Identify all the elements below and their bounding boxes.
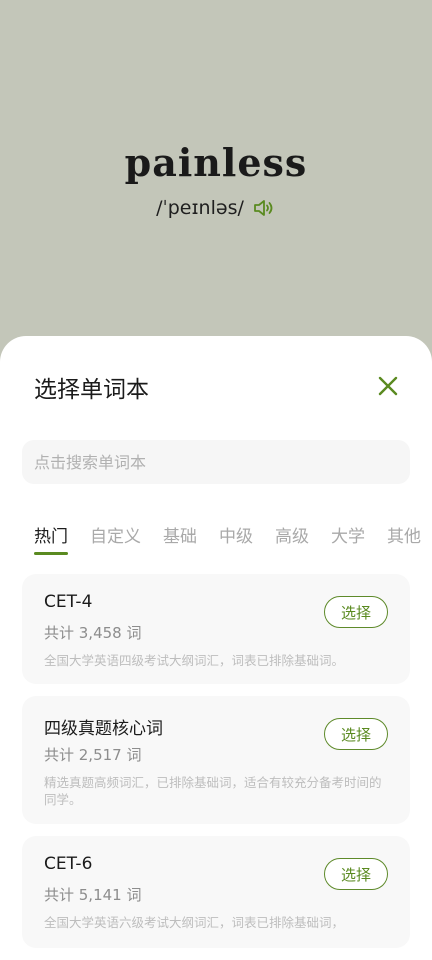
wordbook-sheet: 选择单词本 热门自定义基础中级高级大学其他 CET-4 共计 3,458 词 全… [0, 336, 432, 960]
category-tabs: 热门 自定义 基础 中级 高级 大学 其他 [34, 522, 432, 562]
word-text: painless [124, 140, 308, 185]
search-input[interactable] [22, 440, 410, 484]
tab-university[interactable]: 大学 [331, 522, 365, 555]
tab-advanced[interactable]: 高级 [275, 522, 309, 555]
wordbook-card[interactable]: 四级真题核心词 共计 2,517 词 精选真题高频词汇，已排除基础词，适合有较充… [22, 696, 410, 824]
wordbook-desc: 全国大学英语四级考试大纲词汇，词表已排除基础词。 [44, 653, 345, 668]
tab-hot[interactable]: 热门 [34, 522, 68, 555]
wordbook-card[interactable]: CET-6 共计 5,141 词 全国大学英语六级考试大纲词汇，词表已排除基础词… [22, 836, 410, 948]
select-button[interactable]: 选择 [324, 718, 388, 750]
tab-intermediate[interactable]: 中级 [219, 522, 253, 555]
tab-other[interactable]: 其他 [387, 522, 421, 555]
wordbook-count: 共计 2,517 词 [44, 746, 142, 764]
word-display: painless /ˈpeɪnləs/ [0, 0, 432, 340]
close-icon[interactable] [374, 372, 402, 400]
wordbook-desc: 全国大学英语六级考试大纲词汇，词表已排除基础词， [44, 915, 345, 930]
tab-custom[interactable]: 自定义 [90, 522, 141, 555]
select-button[interactable]: 选择 [324, 596, 388, 628]
wordbook-count: 共计 5,141 词 [44, 886, 142, 904]
tab-basic[interactable]: 基础 [163, 522, 197, 555]
wordbook-title: 四级真题核心词 [44, 719, 163, 739]
wordbook-title: CET-6 [44, 854, 93, 874]
speaker-icon[interactable] [252, 196, 276, 220]
phonetic-text: /ˈpeɪnləs/ [156, 197, 244, 219]
wordbook-title: CET-4 [44, 592, 93, 612]
select-button[interactable]: 选择 [324, 858, 388, 890]
phonetic-row: /ˈpeɪnləs/ [0, 196, 432, 220]
wordbook-count: 共计 3,458 词 [44, 624, 142, 642]
sheet-title: 选择单词本 [34, 377, 149, 403]
wordbook-desc: 精选真题高频词汇，已排除基础词，适合有较充分备考时间的同学。 [44, 775, 382, 807]
wordbook-card[interactable]: CET-4 共计 3,458 词 全国大学英语四级考试大纲词汇，词表已排除基础词… [22, 574, 410, 684]
